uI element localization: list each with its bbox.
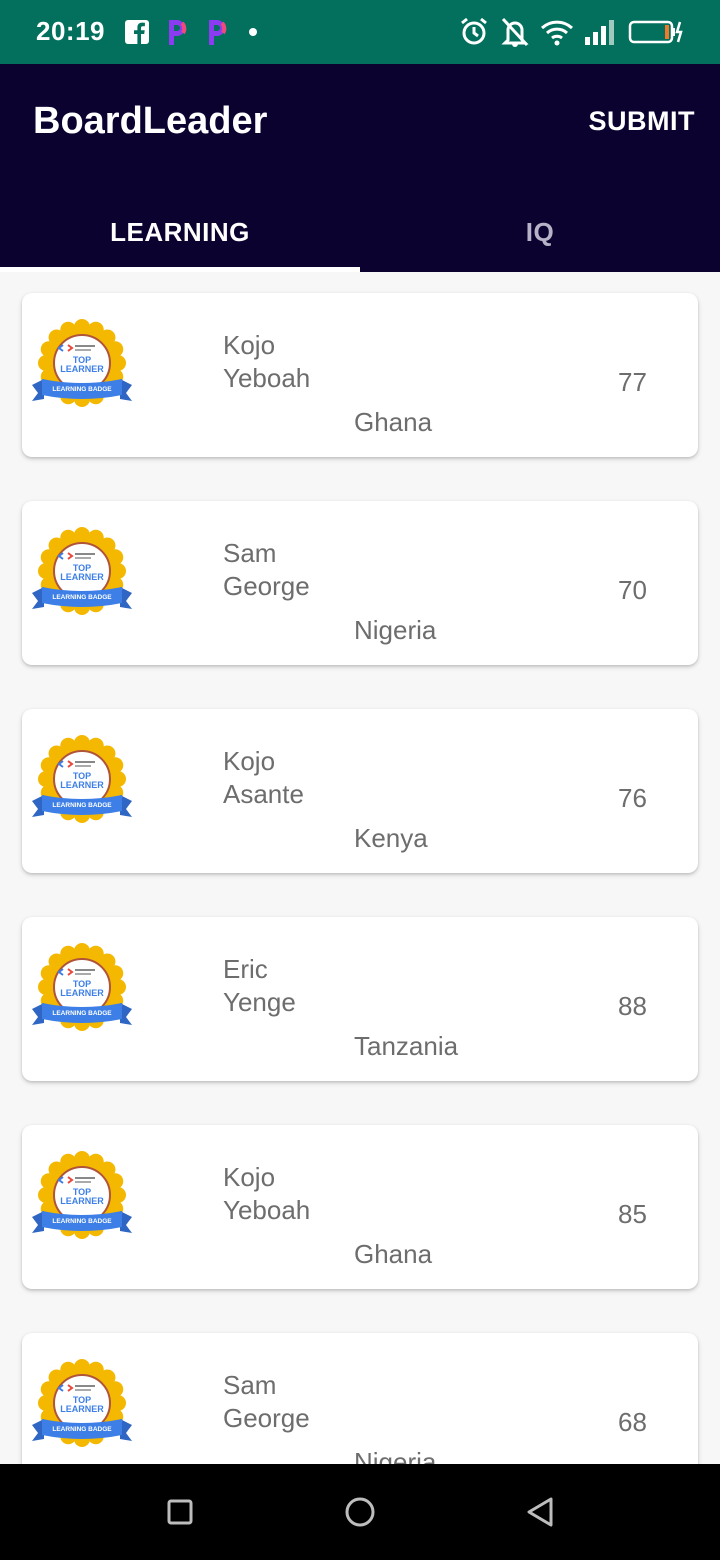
learner-score: 88	[618, 991, 647, 1021]
learner-list[interactable]: TOP LEARNER LEARNING BADGE Kojo Yeboah G…	[0, 272, 720, 1464]
learner-card[interactable]: TOP LEARNER LEARNING BADGE Sam George Ni…	[22, 1333, 698, 1464]
recents-button[interactable]	[160, 1492, 200, 1532]
learner-first-name: Kojo	[223, 746, 276, 776]
learner-last-name: George	[223, 1403, 310, 1433]
learner-name: Kojo Yeboah	[223, 329, 310, 395]
top-learner-badge-icon: TOP LEARNER LEARNING BADGE	[32, 527, 132, 615]
submit-button[interactable]: SUBMIT	[589, 106, 696, 137]
system-icons	[458, 14, 686, 50]
learner-country: Nigeria	[354, 615, 437, 645]
learner-first-name: Kojo	[223, 330, 276, 360]
wifi-icon	[540, 20, 574, 46]
battery-icon	[628, 20, 683, 44]
top-learner-badge-icon: TOP LEARNER LEARNING BADGE	[32, 1359, 132, 1447]
status-bar: 20:19	[0, 0, 720, 64]
square-icon	[167, 1499, 193, 1525]
facebook-icon	[125, 20, 149, 44]
signal-icon	[585, 20, 614, 45]
learner-last-name: Yeboah	[223, 363, 311, 393]
svg-text:LEARNING BADGE: LEARNING BADGE	[52, 386, 112, 393]
home-button[interactable]	[340, 1492, 380, 1532]
learner-name: Kojo Yeboah	[223, 1161, 310, 1227]
svg-text:LEARNING BADGE: LEARNING BADGE	[52, 1218, 112, 1225]
learner-country: Nigeria	[354, 1447, 437, 1464]
learner-card[interactable]: TOP LEARNER LEARNING BADGE Sam George Ni…	[22, 501, 698, 665]
navigation-bar	[0, 1464, 720, 1560]
top-learner-badge-icon: TOP LEARNER LEARNING BADGE	[32, 1151, 132, 1239]
svg-text:LEARNING BADGE: LEARNING BADGE	[52, 1010, 112, 1017]
learner-score: 70	[618, 575, 647, 605]
learner-country: Ghana	[354, 407, 433, 437]
learner-name: Sam George	[223, 1369, 310, 1435]
mute-icon	[501, 17, 529, 47]
learner-name: Sam George	[223, 537, 310, 603]
alarm-icon	[461, 17, 487, 45]
learner-card[interactable]: TOP LEARNER LEARNING BADGE Kojo Asante K…	[22, 709, 698, 873]
svg-text:LEARNING BADGE: LEARNING BADGE	[52, 594, 112, 601]
learner-score: 77	[618, 367, 647, 397]
learner-card[interactable]: TOP LEARNER LEARNING BADGE Eric Yenge Ta…	[22, 917, 698, 1081]
dot-icon	[249, 28, 257, 36]
learner-score: 85	[618, 1199, 647, 1229]
learner-name: Kojo Asante	[223, 745, 304, 811]
tab-learning[interactable]: LEARNING	[0, 192, 360, 272]
learner-country: Kenya	[354, 823, 428, 853]
learner-last-name: George	[223, 571, 310, 601]
tab-label: LEARNING	[110, 216, 250, 247]
svg-text:LEARNING BADGE: LEARNING BADGE	[52, 802, 112, 809]
top-learner-badge-icon: TOP LEARNER LEARNING BADGE	[32, 735, 132, 823]
svg-text:LEARNER: LEARNER	[60, 364, 104, 374]
app-bar: BoardLeader SUBMIT LEARNING IQ	[0, 64, 720, 272]
learner-last-name: Asante	[223, 779, 304, 809]
tab-iq[interactable]: IQ	[360, 192, 720, 272]
svg-text:LEARNER: LEARNER	[60, 780, 104, 790]
learner-score: 68	[618, 1407, 647, 1437]
svg-text:LEARNER: LEARNER	[60, 572, 104, 582]
status-time: 20:19	[36, 16, 105, 46]
learner-first-name: Sam	[223, 538, 277, 568]
tab-label: IQ	[525, 216, 555, 247]
triangle-back-icon	[527, 1497, 553, 1527]
back-button[interactable]	[520, 1492, 560, 1532]
svg-text:LEARNER: LEARNER	[60, 988, 104, 998]
top-learner-badge-icon: TOP LEARNER LEARNING BADGE	[32, 943, 132, 1031]
app-p-icon	[169, 20, 187, 45]
learner-card[interactable]: TOP LEARNER LEARNING BADGE Kojo Yeboah G…	[22, 293, 698, 457]
learner-score: 76	[618, 783, 647, 813]
learner-first-name: Sam	[223, 1370, 277, 1400]
learner-first-name: Kojo	[223, 1162, 276, 1192]
learner-country: Ghana	[354, 1239, 433, 1269]
app-p-icon	[209, 20, 227, 45]
learner-name: Eric Yenge	[223, 953, 296, 1019]
svg-text:LEARNER: LEARNER	[60, 1196, 104, 1206]
top-learner-badge-icon: TOP LEARNER LEARNING BADGE	[32, 319, 132, 407]
learner-last-name: Yenge	[223, 987, 296, 1017]
learner-card[interactable]: TOP LEARNER LEARNING BADGE Kojo Yeboah G…	[22, 1125, 698, 1289]
tab-bar: LEARNING IQ	[0, 192, 720, 272]
notification-icons	[124, 16, 262, 48]
learner-country: Tanzania	[354, 1031, 459, 1061]
svg-text:LEARNER: LEARNER	[60, 1404, 104, 1414]
learner-first-name: Eric	[223, 954, 268, 984]
app-title: BoardLeader	[33, 100, 268, 142]
circle-icon	[345, 1497, 375, 1527]
svg-text:LEARNING BADGE: LEARNING BADGE	[52, 1426, 112, 1433]
learner-last-name: Yeboah	[223, 1195, 311, 1225]
